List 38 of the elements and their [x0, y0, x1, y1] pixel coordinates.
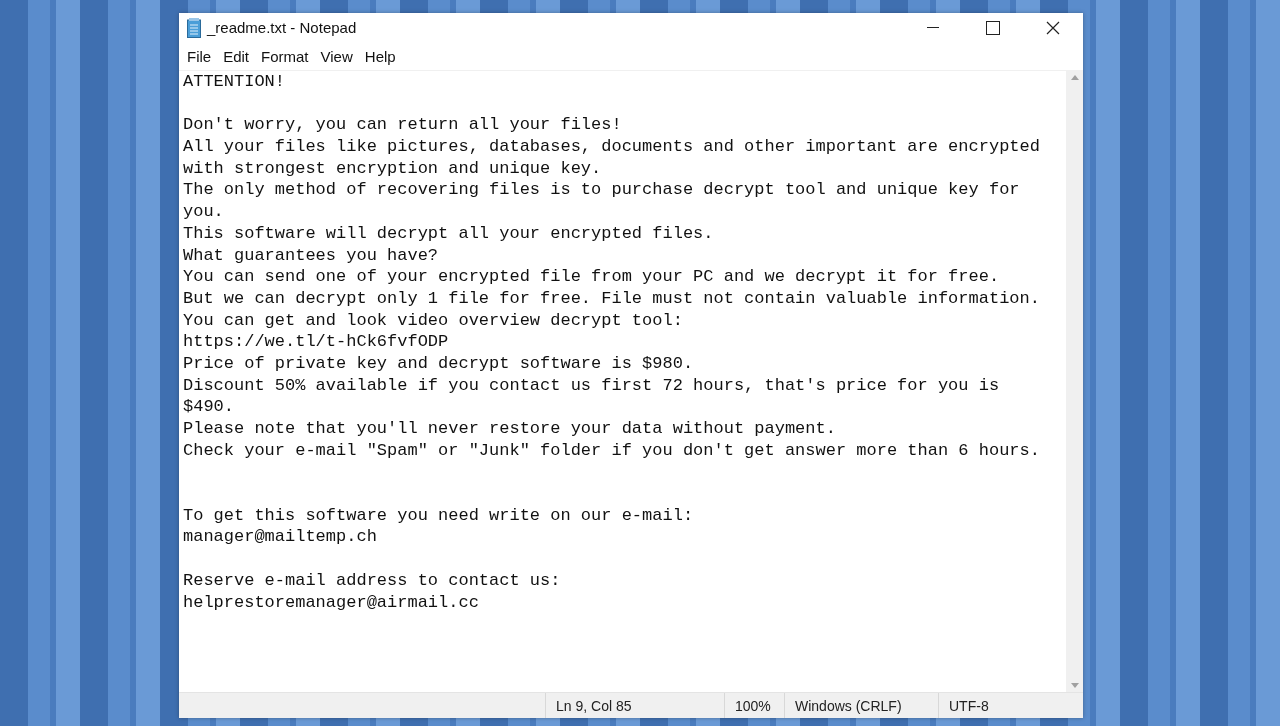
text-line: All your files like pictures, databases, documents and other important are encrypted: [183, 136, 1041, 158]
menu-item[interactable]: Help: [358, 45, 402, 67]
text-line: Discount 50% available if you contact us first 72 hours, that's price for you is: [183, 374, 1001, 397]
scrollbar[interactable]: [1066, 71, 1083, 692]
text-line: What guarantees you have?: [183, 244, 440, 267]
text-line: you.: [183, 201, 225, 223]
maximize-icon: [986, 20, 1000, 35]
line-endings: Windows (CRLF): [784, 693, 938, 718]
text-line: You can get and look video overview decrypt tool:: [183, 309, 684, 332]
cursor-position: Ln 9, Col 85: [545, 693, 724, 718]
text-line: But we can decrypt only 1 file for free. File must not contain valuable information.: [183, 287, 1041, 310]
text-line: with strongest encryption and unique key.: [183, 157, 603, 180]
text-line: This software will decrypt all your encrypted files.: [183, 222, 715, 245]
text-line: To get this software you need write on our e-mail:: [183, 504, 695, 527]
zoom-level: 100%: [724, 693, 784, 718]
menu-item[interactable]: File: [181, 45, 218, 67]
menu-item[interactable]: Edit: [217, 45, 256, 67]
text-line: You can send one of your encrypted file from your PC and we decrypt it for free.: [183, 266, 1001, 288]
text-line: helprestoremanager@airmail.cc: [183, 591, 480, 614]
window-title: _readme.txt - Notepad: [207, 19, 358, 36]
scroll-up-icon[interactable]: [1070, 75, 1079, 80]
text-line: https://we.tl/t-hCk6fvfODP: [183, 331, 450, 353]
notepad-icon: [187, 17, 201, 38]
text-line: $490.: [183, 396, 235, 418]
text-line: Check your e-mail "Spam" or "Junk" folder if you don't get answer more than 6 hours.: [183, 439, 1041, 462]
menu-item[interactable]: Format: [255, 45, 315, 67]
text-line: Reserve e-mail address to contact us:: [183, 569, 562, 592]
menu-item[interactable]: View: [314, 45, 359, 67]
text-line: Price of private key and decrypt software is $980.: [183, 352, 695, 375]
text-line: The only method of recovering files is to purchase decrypt tool and unique key for: [183, 179, 1021, 202]
text-line: ATTENTION!: [183, 71, 287, 93]
encoding: UTF-8: [938, 693, 1083, 718]
text-line: Please note that you'll never restore your data without payment.: [183, 418, 837, 440]
minimize-icon: [927, 27, 939, 28]
text-line: Don't worry, you can return all your files!: [183, 114, 623, 137]
text-line: manager@mailtemp.ch: [183, 526, 378, 549]
close-icon: [1046, 20, 1060, 35]
scroll-down-icon[interactable]: [1070, 683, 1079, 688]
